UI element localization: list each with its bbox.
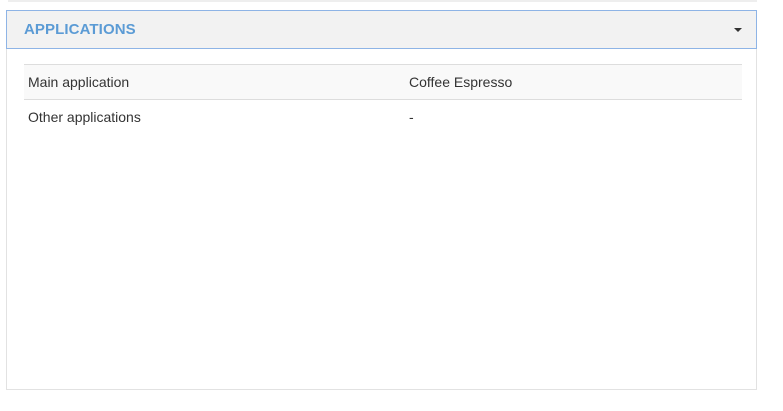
row-value: Coffee Espresso (409, 74, 513, 90)
row-value: - (409, 109, 414, 125)
table-row-main-application: Main application Coffee Espresso (24, 64, 742, 100)
applications-panel-header[interactable]: APPLICATIONS (6, 10, 757, 49)
row-label: Main application (28, 74, 130, 90)
row-label: Other applications (28, 109, 141, 125)
panel-title: APPLICATIONS (24, 21, 136, 38)
table-row-other-applications: Other applications - (24, 99, 742, 135)
previous-panel-edge (8, 0, 757, 2)
applications-table: Main application Coffee Espresso Other a… (24, 64, 742, 134)
applications-panel: APPLICATIONS Main application Coffee Esp… (6, 10, 757, 390)
caret-down-icon[interactable] (734, 27, 742, 32)
